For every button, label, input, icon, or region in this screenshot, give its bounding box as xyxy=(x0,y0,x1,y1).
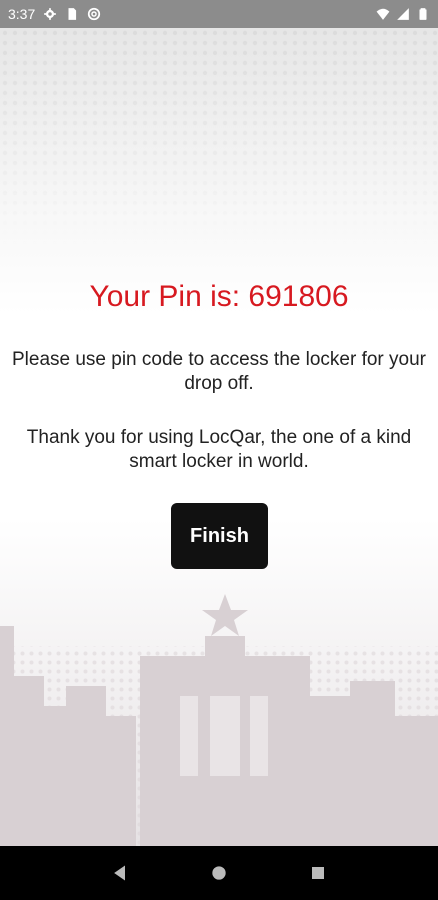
wifi-icon xyxy=(376,7,390,21)
status-left: 3:37 xyxy=(8,6,101,22)
sim-card-icon xyxy=(65,7,79,21)
navigation-bar xyxy=(0,846,438,900)
app-screen: Your Pin is: 691806 Please use pin code … xyxy=(0,28,438,846)
pin-title: Your Pin is: 691806 xyxy=(89,280,349,313)
city-skyline-illustration xyxy=(0,594,438,846)
status-time: 3:37 xyxy=(8,6,36,22)
home-circle-icon[interactable] xyxy=(207,861,231,885)
back-triangle-icon[interactable] xyxy=(108,861,132,885)
gear-icon xyxy=(43,7,57,21)
signal-icon xyxy=(396,7,410,21)
finish-button[interactable]: Finish xyxy=(171,503,268,569)
recents-square-icon[interactable] xyxy=(306,861,330,885)
background-pattern xyxy=(0,28,438,248)
thank-you-text: Thank you for using LocQar, the one of a… xyxy=(26,427,412,472)
at-sign-icon xyxy=(87,7,101,21)
instruction-text: Please use pin code to access the locker… xyxy=(11,349,426,394)
status-bar: 3:37 xyxy=(0,0,438,28)
status-right xyxy=(376,7,430,21)
battery-icon xyxy=(416,7,430,21)
